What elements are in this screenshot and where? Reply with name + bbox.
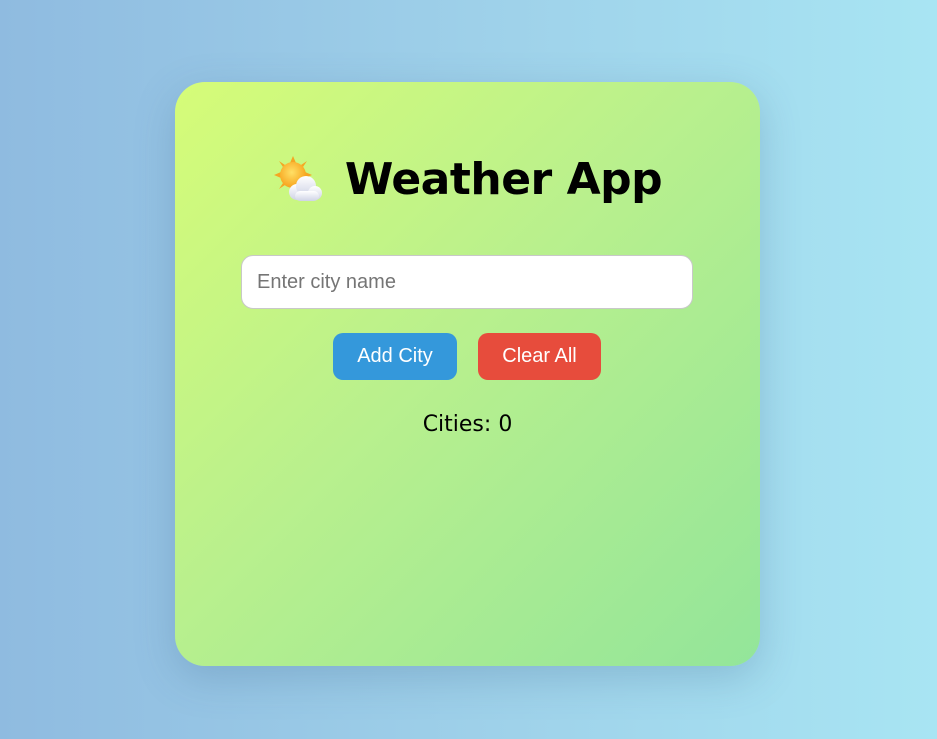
page-title: Weather App [344, 154, 663, 205]
sun-behind-cloud-icon [273, 155, 323, 205]
clear-all-button[interactable]: Clear All [478, 333, 601, 380]
city-count: Cities: 0 [175, 412, 760, 437]
city-count-label: Cities: [422, 412, 492, 437]
city-count-value: 0 [498, 412, 513, 437]
city-input[interactable] [241, 255, 693, 309]
add-city-button[interactable]: Add City [333, 333, 457, 380]
weather-card: Weather App Add City Clear All Cities: 0 [175, 82, 760, 666]
header: Weather App [175, 152, 760, 208]
